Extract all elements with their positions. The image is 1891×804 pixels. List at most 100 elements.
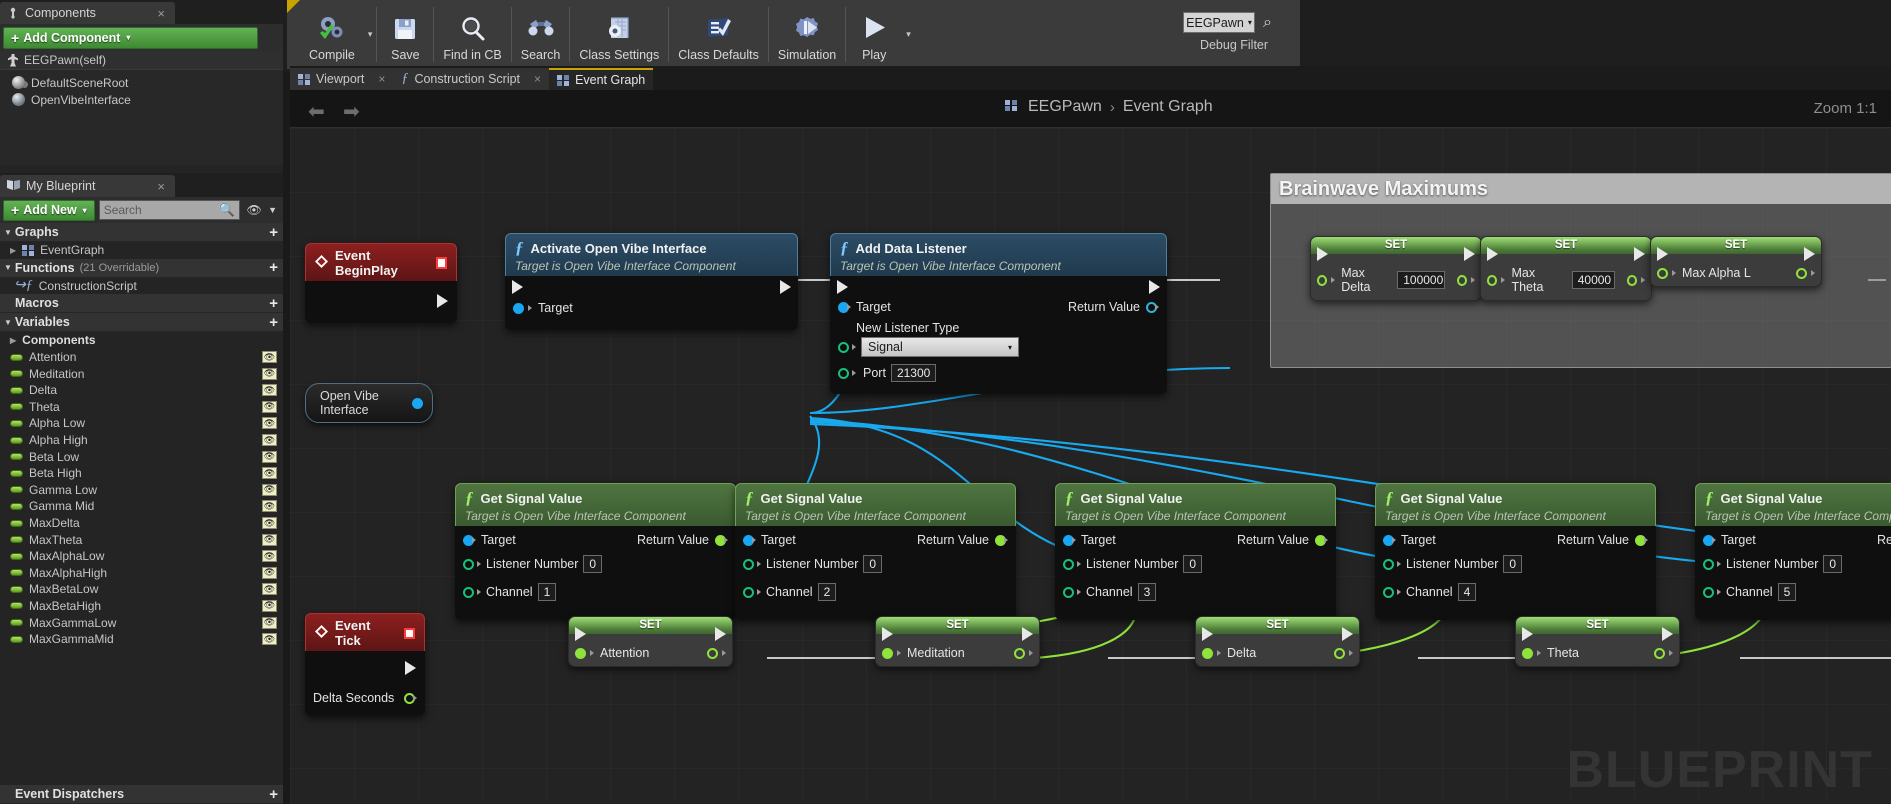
variable-visibility-toggle[interactable]: 👁 (262, 400, 277, 413)
input-pin[interactable] (882, 647, 893, 659)
component-item-defaultsceneroot[interactable]: DefaultSceneRoot (0, 74, 283, 91)
exec-in-pin[interactable] (575, 627, 586, 641)
exec-in-pin[interactable] (1522, 627, 1533, 641)
node-set-attention[interactable]: SET Attention (568, 616, 733, 667)
set-variable-row[interactable]: Delta (1196, 642, 1359, 666)
channel-input[interactable]: 3 (1137, 583, 1157, 601)
output-pin[interactable] (1654, 647, 1665, 659)
add-event-dispatcher-button[interactable]: + (269, 787, 278, 802)
variable-item[interactable]: Alpha High 👁 (0, 432, 283, 449)
variables-components-group[interactable]: ▶ Components (0, 332, 283, 349)
variable-visibility-toggle[interactable]: 👁 (262, 351, 277, 364)
variable-item[interactable]: Alpha Low 👁 (0, 415, 283, 432)
variable-visibility-toggle[interactable]: 👁 (262, 633, 277, 646)
channel-input[interactable]: 1 (537, 583, 557, 601)
node-set-max-alpha-l[interactable]: SET Max Alpha L (1650, 236, 1822, 287)
variable-item[interactable]: MaxTheta 👁 (0, 531, 283, 548)
exec-out-pin[interactable] (1804, 247, 1815, 261)
toolbar-button-compile[interactable]: Compile (300, 8, 364, 62)
set-variable-row[interactable]: Meditation (876, 642, 1039, 666)
set-variable-row[interactable]: Max Delta 100000 (1311, 262, 1481, 300)
node-set-meditation[interactable]: SET Meditation (875, 616, 1040, 667)
tab-construction-script[interactable]: ƒ Construction Script × (393, 68, 550, 90)
output-pin[interactable] (412, 397, 423, 409)
input-pin[interactable] (1657, 267, 1668, 279)
toolbar-button-class-settings[interactable]: Class Settings (570, 8, 668, 62)
close-icon[interactable]: × (157, 6, 165, 21)
variable-item[interactable]: MaxBetaHigh 👁 (0, 598, 283, 615)
component-item-openvibeinterface[interactable]: OpenVibeInterface (0, 91, 283, 108)
variable-item[interactable]: MaxAlphaLow 👁 (0, 548, 283, 565)
node-add-data-listener[interactable]: ƒ Add Data Listener Target is Open Vibe … (830, 233, 1167, 394)
node-open-vibe-interface-variable[interactable]: Open Vibe Interface (305, 383, 433, 423)
variable-item[interactable]: Beta Low 👁 (0, 448, 283, 465)
section-macros[interactable]: Macros + (0, 294, 283, 314)
pin-target[interactable]: Target (505, 298, 798, 318)
set-variable-row[interactable]: Max Alpha L (1651, 262, 1821, 286)
input-pin-listener-number[interactable] (743, 558, 754, 570)
toolbar-button-play[interactable]: Play (846, 8, 902, 62)
toolbar-button-simulation[interactable]: Simulation (769, 8, 845, 62)
channel-input[interactable]: 5 (1777, 583, 1797, 601)
input-pin[interactable] (513, 302, 524, 314)
exec-out-pin[interactable] (1634, 247, 1645, 261)
component-root-item[interactable]: EEGPawn(self) (0, 51, 283, 70)
back-arrow-icon[interactable]: ⬅ (308, 99, 325, 124)
variable-visibility-toggle[interactable]: 👁 (262, 434, 277, 447)
node-set-delta[interactable]: SET Delta (1195, 616, 1360, 667)
output-pin[interactable] (1796, 267, 1807, 279)
section-functions[interactable]: ▼ Functions (21 Overridable) + (0, 258, 283, 278)
exec-out-pin[interactable] (1464, 247, 1475, 261)
add-component-button[interactable]: + Add Component ▾ (3, 26, 258, 49)
listener-number-input[interactable]: 0 (1183, 555, 1203, 573)
variable-item[interactable]: Gamma Low 👁 (0, 482, 283, 499)
variable-item[interactable]: Meditation 👁 (0, 365, 283, 382)
variable-item[interactable]: Beta High 👁 (0, 465, 283, 482)
breadcrumb-graph[interactable]: Event Graph (1123, 98, 1213, 116)
exec-out-pin[interactable] (780, 280, 791, 294)
exec-in-pin[interactable] (1657, 247, 1668, 261)
channel-input[interactable]: 4 (1457, 583, 1477, 601)
node-get-signal-value-5[interactable]: ƒ Get Signal Value Target is Open Vibe I… (1695, 483, 1891, 620)
variable-item[interactable]: Attention 👁 (0, 349, 283, 366)
variable-item[interactable]: MaxGammaMid 👁 (0, 631, 283, 648)
close-icon[interactable]: × (378, 72, 385, 86)
input-pin[interactable] (1522, 647, 1533, 659)
tab-viewport[interactable]: Viewport × (290, 68, 394, 90)
set-variable-row[interactable]: Theta (1516, 642, 1679, 666)
node-get-signal-value-4[interactable]: ƒ Get Signal Value Target is Open Vibe I… (1375, 483, 1656, 620)
close-icon[interactable]: × (157, 179, 165, 194)
variable-visibility-toggle[interactable]: 👁 (262, 517, 277, 530)
variable-visibility-toggle[interactable]: 👁 (262, 450, 277, 463)
variable-visibility-toggle[interactable]: 👁 (262, 500, 277, 513)
tab-event-graph[interactable]: Event Graph (549, 68, 654, 90)
variable-item[interactable]: MaxGammaLow 👁 (0, 614, 283, 631)
input-pin-channel[interactable] (743, 586, 754, 598)
variable-visibility-toggle[interactable]: 👁 (262, 533, 277, 546)
listener-number-input[interactable]: 0 (863, 555, 883, 573)
output-pin[interactable] (1334, 647, 1345, 659)
port-input[interactable]: 21300 (890, 364, 937, 382)
input-pin-listener-number[interactable] (463, 558, 474, 570)
channel-input[interactable]: 2 (817, 583, 837, 601)
chevron-down-icon[interactable]: ▾ (364, 29, 377, 40)
output-pin[interactable] (1014, 647, 1025, 659)
input-pin-channel[interactable] (1063, 586, 1074, 598)
section-event-dispatchers[interactable]: Event Dispatchers + (0, 785, 283, 804)
exec-in-pin[interactable] (837, 280, 848, 294)
listener-number-input[interactable]: 0 (1503, 555, 1523, 573)
variable-visibility-toggle[interactable]: 👁 (262, 616, 277, 629)
input-pin-port[interactable] (838, 367, 849, 379)
exec-in-pin[interactable] (882, 627, 893, 641)
input-pin-listener-number[interactable] (1383, 558, 1394, 570)
node-get-signal-value-2[interactable]: ƒ Get Signal Value Target is Open Vibe I… (735, 483, 1016, 620)
exec-out-pin[interactable] (1342, 627, 1353, 641)
set-variable-input[interactable]: 40000 (1571, 271, 1615, 289)
toolbar-button-class-defaults[interactable]: Class Defaults (669, 8, 768, 62)
set-variable-input[interactable]: 100000 (1397, 271, 1445, 289)
input-pin-listener-number[interactable] (1703, 558, 1714, 570)
output-pin[interactable] (1456, 274, 1468, 286)
add-macro-button[interactable]: + (269, 296, 278, 311)
graph-canvas[interactable]: Event BeginPlay Open Vibe Interface ƒ Ac… (290, 128, 1891, 804)
exec-in-pin[interactable] (1202, 627, 1213, 641)
